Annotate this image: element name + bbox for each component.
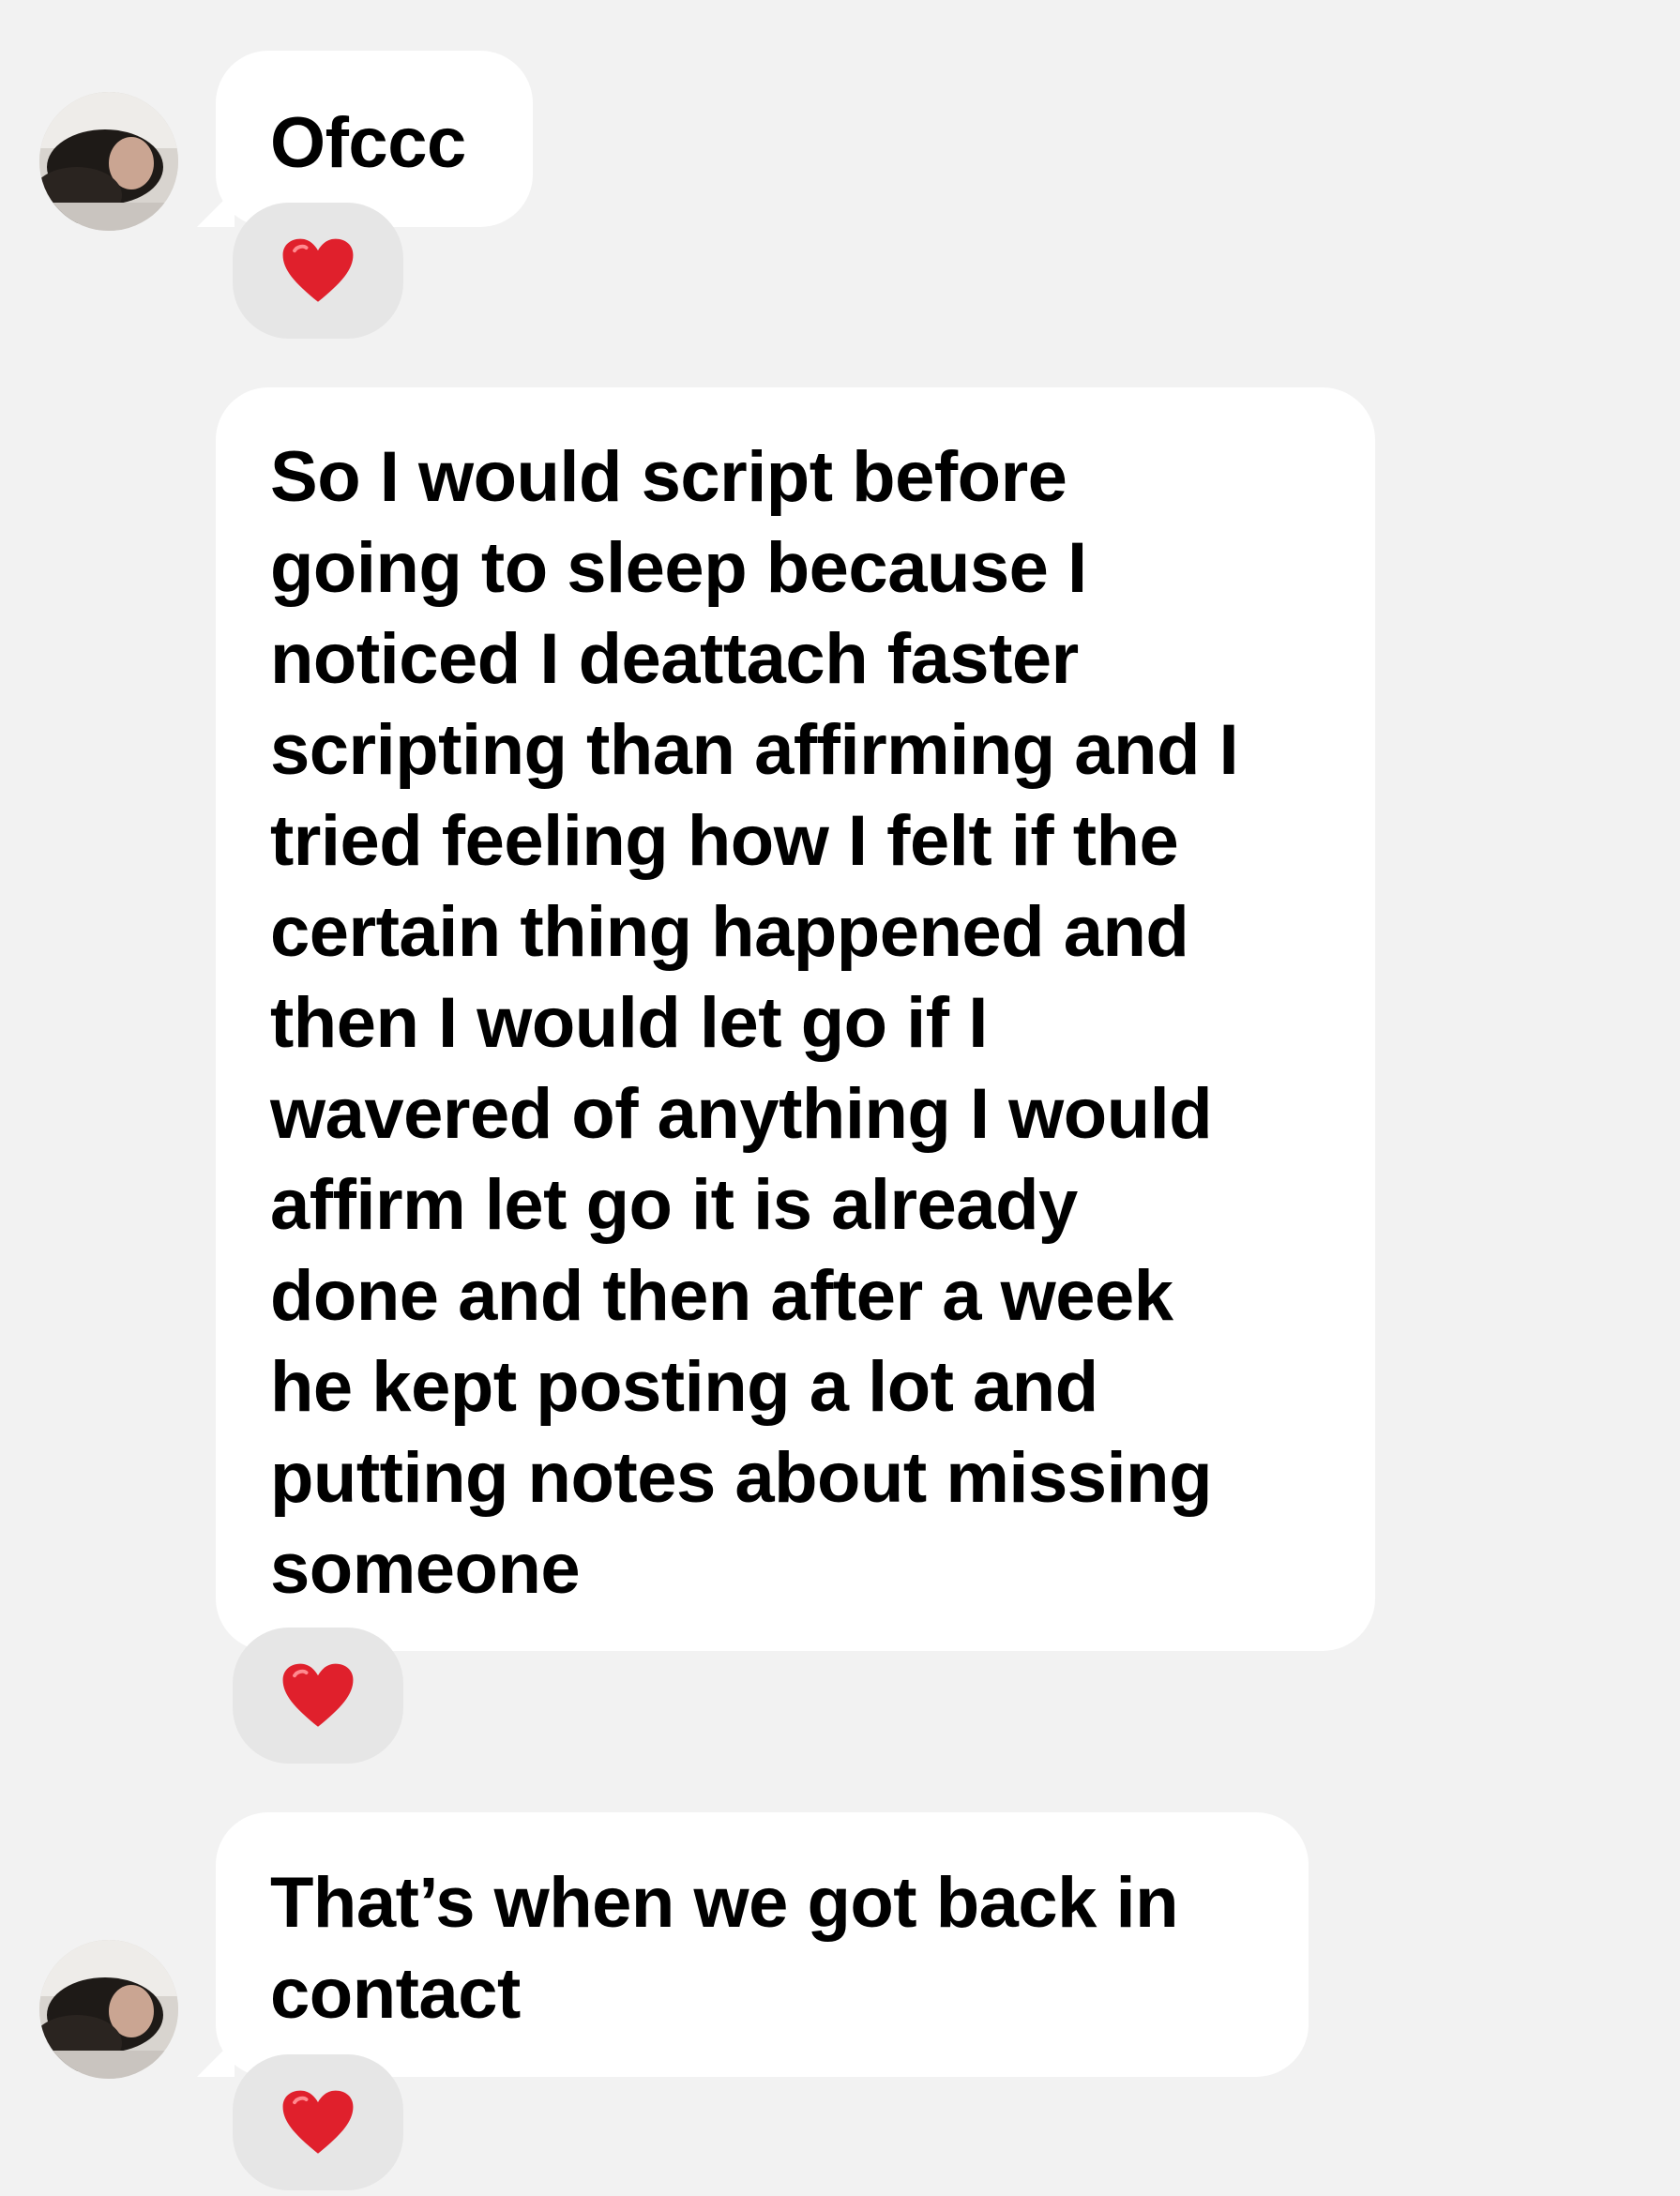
bubble-tail xyxy=(197,189,235,227)
red-heart-icon xyxy=(282,238,354,302)
message-bubble-1[interactable]: Ofccc xyxy=(216,51,533,227)
contact-avatar[interactable] xyxy=(39,92,178,231)
message-text: That’s when we got back in contact xyxy=(270,1863,1179,2034)
bubble-tail xyxy=(197,2039,235,2077)
red-heart-icon xyxy=(282,1663,354,1727)
reaction-pill[interactable] xyxy=(233,203,403,339)
reaction-pill[interactable] xyxy=(233,1628,403,1764)
contact-photo xyxy=(39,92,178,231)
message-bubble-3[interactable]: That’s when we got back in contact xyxy=(216,1812,1309,2077)
message-bubble-2[interactable]: So I would script before going to sleep … xyxy=(216,387,1375,1651)
reaction-pill[interactable] xyxy=(233,2054,403,2190)
red-heart-icon xyxy=(282,2090,354,2154)
message-text: Ofccc xyxy=(270,103,466,183)
contact-avatar[interactable] xyxy=(39,1940,178,2079)
contact-photo xyxy=(39,1940,178,2079)
message-text: So I would script before going to sleep … xyxy=(270,437,1239,1609)
